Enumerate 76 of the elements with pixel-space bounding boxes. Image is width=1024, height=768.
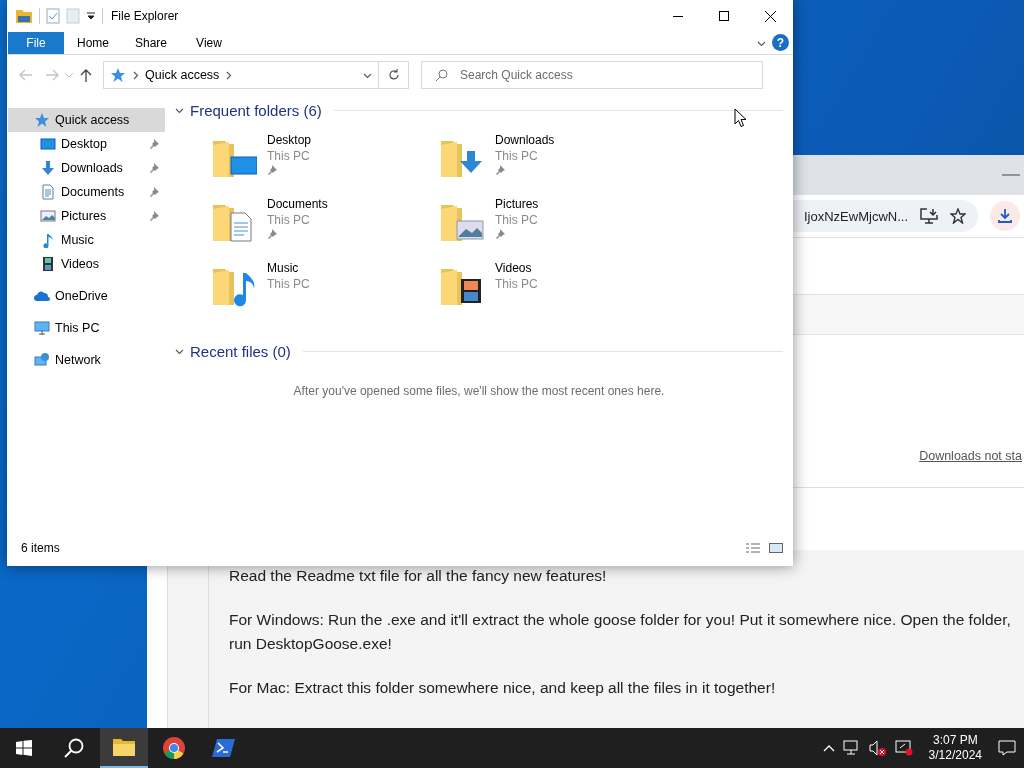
folder-tile[interactable]: Videos This PC bbox=[437, 261, 538, 317]
muted-speaker-icon[interactable] bbox=[868, 740, 887, 756]
search-icon bbox=[64, 738, 84, 758]
cursor-icon bbox=[734, 108, 747, 128]
network-icon[interactable] bbox=[842, 740, 861, 756]
clock-time[interactable]: 3:07 PM bbox=[932, 733, 978, 748]
breadcrumb[interactable]: Quick access bbox=[145, 68, 220, 82]
star-icon bbox=[34, 112, 50, 128]
download-button[interactable] bbox=[990, 201, 1020, 231]
nav-item[interactable]: OneDrive bbox=[8, 284, 165, 308]
refresh-icon bbox=[387, 69, 400, 81]
music-note-icon bbox=[40, 232, 56, 248]
section-title[interactable]: Frequent folders (6) bbox=[190, 101, 322, 119]
terminal-icon bbox=[212, 737, 236, 759]
folder-icon bbox=[112, 737, 136, 757]
nav-item[interactable]: Network bbox=[8, 348, 165, 372]
search-icon bbox=[435, 69, 448, 82]
address-bar[interactable]: IjoxNzEwMjcwN... bbox=[792, 200, 978, 232]
folder-tile[interactable]: Desktop This PC bbox=[209, 133, 312, 189]
install-app-icon[interactable] bbox=[920, 208, 938, 224]
notification-icon[interactable] bbox=[998, 740, 1016, 756]
monitor-icon bbox=[34, 320, 50, 336]
download-icon bbox=[997, 208, 1013, 224]
picture-icon bbox=[40, 208, 56, 224]
arrow-up-icon bbox=[80, 68, 92, 82]
download-arrow-icon bbox=[40, 160, 56, 176]
help-button[interactable]: ? bbox=[772, 34, 789, 51]
paragraph: For Mac: Extract this folder somewhere nice, and keep all the files in it together! bbox=[229, 678, 776, 698]
clock-date[interactable]: 3/12/2024 bbox=[928, 748, 982, 763]
link[interactable]: Downloads not sta bbox=[919, 449, 1022, 463]
arrow-right-icon bbox=[45, 69, 59, 81]
ribbon-tab[interactable]: Home bbox=[64, 32, 122, 54]
address-bar[interactable]: Quick access bbox=[103, 61, 379, 89]
window-title: File Explorer bbox=[111, 9, 180, 23]
paragraph: For Windows: Run the .exe and it'll extract the whole goose folder for you! Put it somewhere nice. Open the folder, run DesktopGoose.exe! bbox=[229, 610, 1012, 654]
chevron-right-icon bbox=[224, 70, 234, 80]
folder-tile[interactable]: Music This PC bbox=[209, 261, 310, 317]
status-text: 6 items bbox=[21, 541, 61, 555]
desktop-icon bbox=[40, 136, 56, 152]
star-icon[interactable] bbox=[950, 208, 966, 224]
windows-logo-icon bbox=[16, 740, 32, 756]
folder-icon[interactable] bbox=[15, 8, 33, 24]
nav-item[interactable]: Quick access bbox=[8, 108, 165, 132]
ribbon-tab[interactable]: View bbox=[180, 32, 238, 54]
maximize-icon bbox=[719, 11, 729, 21]
paragraph: Read the Readme txt file for all the fancy new features! bbox=[229, 566, 607, 586]
search-field[interactable]: Search Quick access bbox=[421, 61, 763, 89]
nav-item[interactable]: This PC bbox=[8, 316, 165, 340]
section-title[interactable]: Recent files (0) bbox=[190, 342, 291, 360]
chevron-up-icon[interactable] bbox=[822, 744, 835, 752]
folder-tile[interactable]: Downloads This PC bbox=[437, 133, 555, 189]
document-icon bbox=[40, 184, 56, 200]
nav-item[interactable]: Desktop bbox=[8, 132, 165, 156]
star-icon bbox=[110, 67, 126, 83]
folder-tile[interactable]: Documents This PC bbox=[209, 197, 328, 253]
arrow-left-icon bbox=[19, 69, 33, 81]
large-icons-view-icon[interactable] bbox=[769, 542, 783, 554]
close-icon bbox=[764, 10, 776, 22]
nav-item[interactable]: Documents bbox=[8, 180, 165, 204]
nav-item[interactable]: Downloads bbox=[8, 156, 165, 180]
caret-icon[interactable] bbox=[86, 11, 96, 21]
ribbon-tab[interactable]: File bbox=[8, 32, 64, 54]
film-icon bbox=[40, 256, 56, 272]
network-icon bbox=[34, 352, 50, 368]
display-icon[interactable] bbox=[894, 740, 913, 756]
folder-tile[interactable]: Pictures This PC bbox=[437, 197, 539, 253]
refresh-button[interactable] bbox=[379, 61, 409, 89]
nav-item[interactable]: Music bbox=[8, 228, 165, 252]
minimize-icon bbox=[673, 15, 683, 17]
nav-item[interactable]: Videos bbox=[8, 252, 165, 276]
browser-logo-icon bbox=[162, 736, 186, 760]
file-explorer-button[interactable] bbox=[100, 728, 148, 768]
ribbon-tab[interactable]: Share bbox=[122, 32, 180, 54]
nav-item[interactable]: Pictures bbox=[8, 204, 165, 228]
chevron-right-icon bbox=[131, 70, 140, 80]
empty-message: After you've opened some files, we'll show the most recent ones here. bbox=[293, 384, 665, 398]
